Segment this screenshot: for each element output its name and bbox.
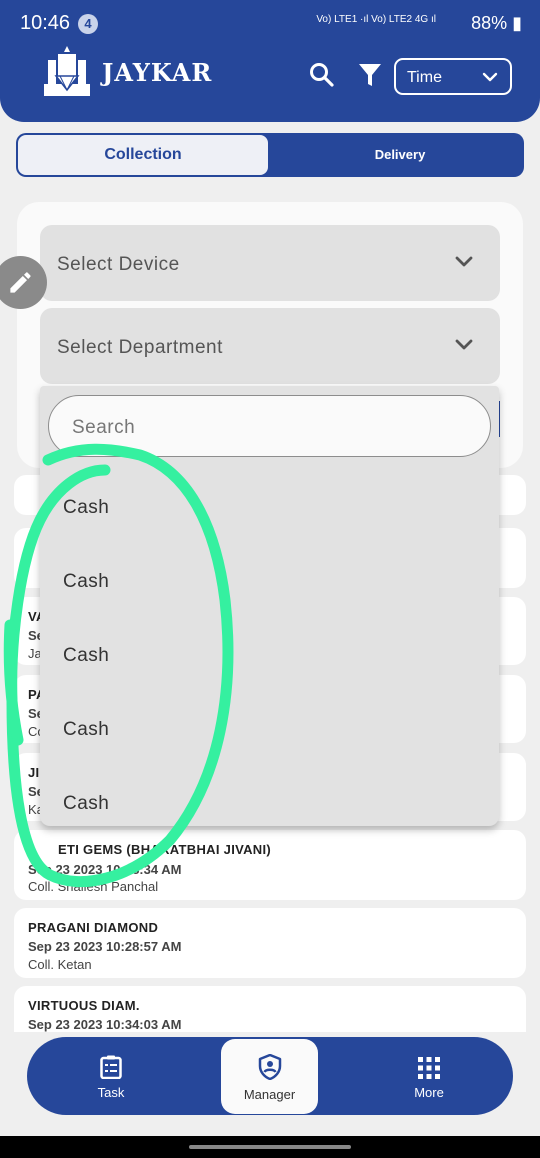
system-navigation-bar bbox=[0, 1136, 540, 1158]
time-filter-label: Time bbox=[407, 69, 442, 86]
network-indicator: Vo) LTE1 ·ıl Vo) LTE2 4G ıl bbox=[316, 14, 436, 25]
chevron-down-icon bbox=[455, 339, 473, 350]
list-item-collector: Coll. Ketan bbox=[28, 957, 92, 972]
department-dropdown-menu: Search Cash Cash Cash Cash Cash bbox=[40, 386, 499, 826]
dropdown-option[interactable]: Cash bbox=[63, 793, 109, 815]
list-item-date: Sep 23 2023 10:34:03 AM bbox=[28, 1017, 182, 1032]
search-icon[interactable] bbox=[309, 62, 335, 88]
bottom-navigation: Task Manager More bbox=[27, 1037, 513, 1115]
home-gesture-handle[interactable] bbox=[189, 1145, 351, 1149]
nav-manager[interactable]: Manager bbox=[221, 1039, 318, 1114]
chevron-down-icon bbox=[455, 256, 473, 267]
select-device-placeholder: Select Device bbox=[57, 254, 180, 275]
list-item-title: ETI GEMS (BHARATBHAI JIVANI) bbox=[58, 842, 272, 857]
select-department-placeholder: Select Department bbox=[57, 337, 223, 358]
list-item[interactable]: ETI GEMS (BHARATBHAI JIVANI) Sep 23 2023… bbox=[14, 830, 526, 900]
nav-more[interactable]: More bbox=[387, 1037, 471, 1115]
nav-task-label: Task bbox=[97, 1085, 125, 1100]
app-header: 10:46 4 Vo) LTE1 ·ıl Vo) LTE2 4G ıl 88% … bbox=[0, 0, 540, 122]
notification-count-badge: 4 bbox=[78, 14, 98, 34]
shield-user-icon bbox=[258, 1054, 282, 1080]
status-time: 10:46 bbox=[20, 12, 71, 34]
status-bar: 10:46 4 Vo) LTE1 ·ıl Vo) LTE2 4G ıl 88% … bbox=[20, 12, 522, 38]
nav-more-label: More bbox=[414, 1085, 444, 1100]
dropdown-option[interactable]: Cash bbox=[63, 645, 109, 667]
grid-menu-icon bbox=[418, 1057, 440, 1079]
dropdown-option[interactable]: Cash bbox=[63, 571, 109, 593]
dropdown-search-placeholder: Search bbox=[72, 417, 136, 438]
list-item-title: VIRTUOUS DIAM. bbox=[28, 998, 140, 1013]
list-item-title: PRAGANI DIAMOND bbox=[28, 920, 159, 935]
select-device-dropdown[interactable]: Select Device bbox=[40, 225, 500, 301]
tab-collection[interactable]: Collection bbox=[18, 135, 268, 175]
jaykar-logo-icon bbox=[44, 46, 90, 96]
tab-delivery[interactable]: Delivery bbox=[276, 133, 524, 177]
chevron-down-icon bbox=[482, 72, 498, 82]
list-item-date: Sep 23 2023 10:28:57 AM bbox=[28, 939, 182, 954]
battery-level: 88% ▮ bbox=[471, 13, 522, 33]
filter-icon[interactable] bbox=[358, 62, 382, 88]
select-department-dropdown[interactable]: Select Department bbox=[40, 308, 500, 384]
dropdown-option[interactable]: Cash bbox=[63, 497, 109, 519]
dropdown-option[interactable]: Cash bbox=[63, 719, 109, 741]
list-item-title: JI bbox=[28, 765, 40, 780]
pencil-icon bbox=[10, 272, 31, 293]
nav-manager-label: Manager bbox=[243, 1087, 296, 1102]
list-item-collector: Coll. Shailesh Panchal bbox=[28, 879, 159, 894]
list-item[interactable]: PRAGANI DIAMOND Sep 23 2023 10:28:57 AM … bbox=[14, 908, 526, 978]
nav-task[interactable]: Task bbox=[67, 1037, 155, 1115]
time-filter-select[interactable]: Time bbox=[394, 58, 512, 95]
dropdown-search-input[interactable]: Search bbox=[48, 395, 491, 457]
clipboard-list-icon bbox=[100, 1055, 122, 1079]
list-item[interactable]: VIRTUOUS DIAM. Sep 23 2023 10:34:03 AM bbox=[14, 986, 526, 1032]
collection-delivery-tabs: Collection Delivery bbox=[16, 133, 524, 177]
brand-name: JAYKAR bbox=[102, 58, 213, 87]
list-item-date: Sep 23 2023 10:28:34 AM bbox=[28, 862, 182, 877]
